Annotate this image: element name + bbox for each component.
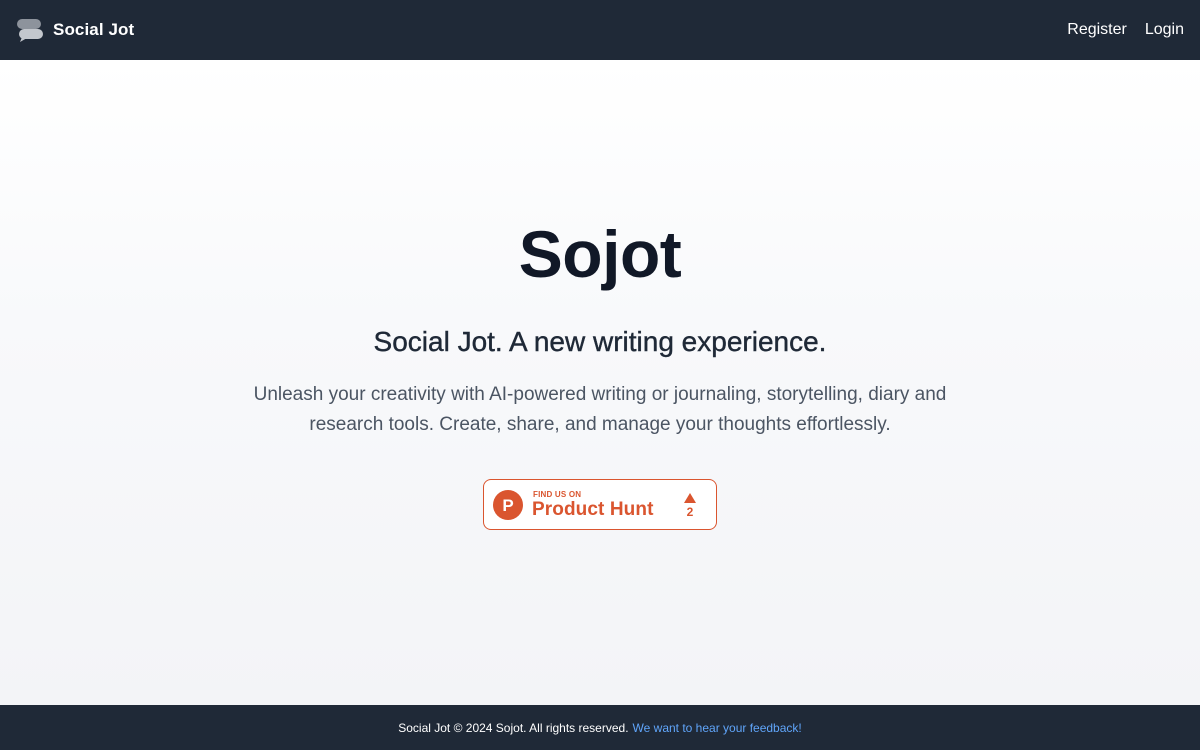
top-navbar: Social Jot Register Login xyxy=(0,0,1200,60)
product-hunt-name: Product Hunt xyxy=(532,499,654,520)
brand-name: Social Jot xyxy=(53,20,135,39)
footer-copyright: Social Jot © 2024 Sojot. All rights rese… xyxy=(398,720,629,735)
hero-section: Sojot Social Jot. A new writing experien… xyxy=(0,60,1200,705)
hero-subtitle: Social Jot. A new writing experience. xyxy=(373,326,827,357)
chat-bubbles-icon xyxy=(17,18,43,42)
product-hunt-logo-icon: P xyxy=(493,490,523,520)
product-hunt-logo-letter: P xyxy=(502,496,513,515)
brand-link[interactable]: Social Jot xyxy=(17,18,134,42)
product-hunt-badge[interactable]: P FIND US ON Product Hunt 2 xyxy=(483,479,717,530)
footer: Social Jot © 2024 Sojot. All rights rese… xyxy=(0,705,1200,750)
hero-title: Sojot xyxy=(518,217,682,291)
upvote-count: 2 xyxy=(686,505,694,519)
upvote-triangle-icon xyxy=(684,490,696,503)
nav-links: Register Login xyxy=(1049,21,1184,39)
hero-description: Unleash your creativity with AI-powered … xyxy=(253,384,947,435)
login-link[interactable]: Login xyxy=(1145,21,1184,39)
product-hunt-find-text: FIND US ON xyxy=(533,490,582,499)
feedback-link[interactable]: We want to hear your feedback! xyxy=(633,721,802,735)
register-link[interactable]: Register xyxy=(1067,21,1127,39)
